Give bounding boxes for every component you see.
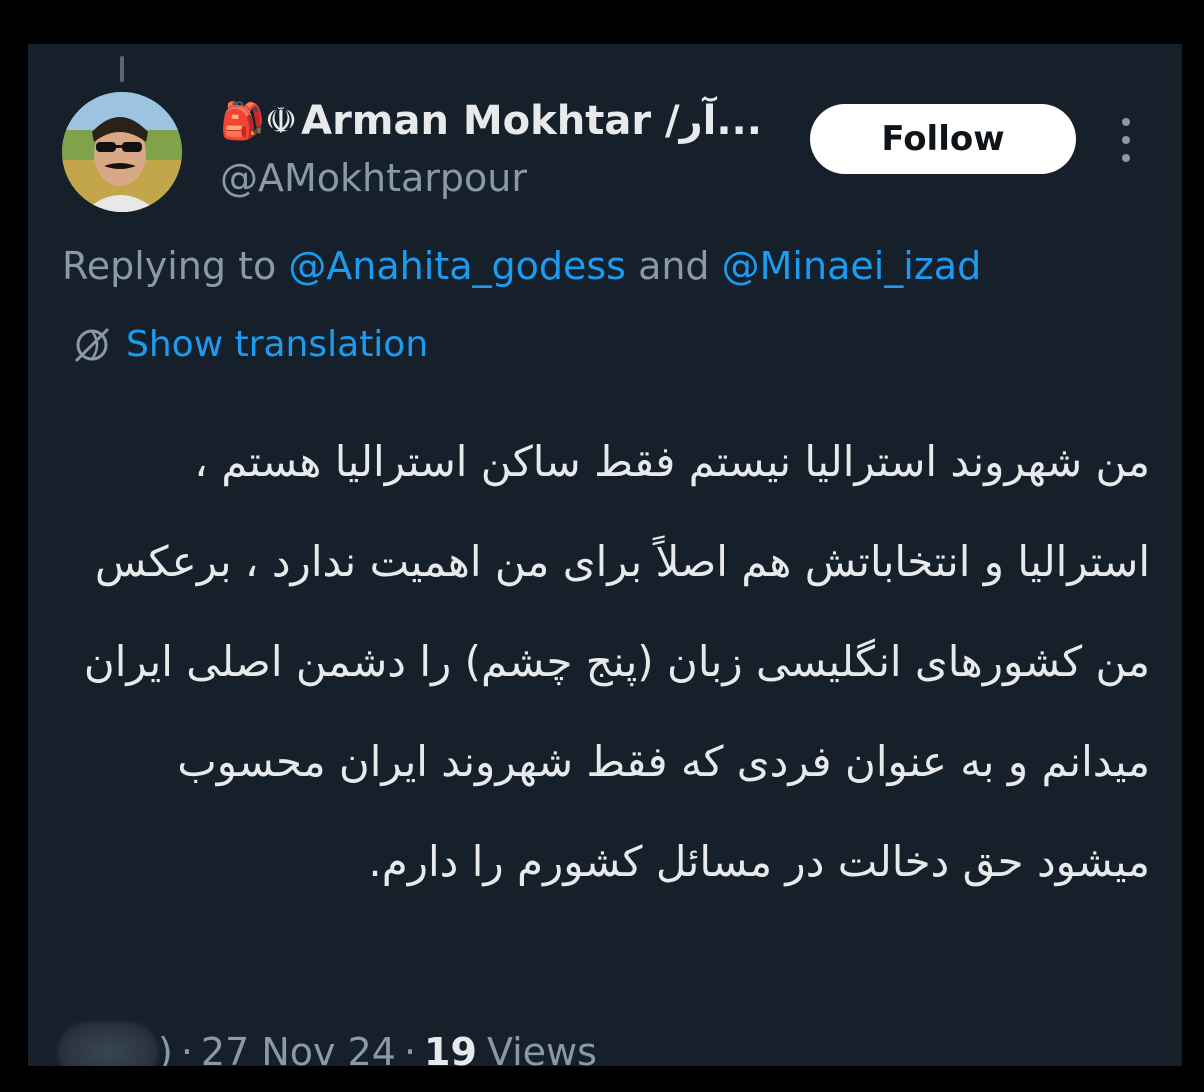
time-fragment: ) (158, 1030, 173, 1066)
thread-line (120, 56, 124, 82)
author-name-row[interactable]: 🎒☫ Arman Mokhtar /آر... (220, 98, 762, 144)
tweet-meta: ) · 27 Nov 24 · 19 Views (58, 1022, 597, 1066)
blurred-region (58, 1022, 158, 1066)
avatar[interactable] (62, 92, 182, 212)
author-display-name: Arman Mokhtar /آر... (301, 98, 762, 144)
avatar-photo (62, 92, 182, 212)
more-dot (1122, 136, 1130, 144)
replying-prefix: Replying to (62, 244, 289, 288)
mention-link-1[interactable]: @Anahita_godess (288, 244, 626, 288)
meta-separator: · (403, 1030, 417, 1066)
mention-link-2[interactable]: @Minaei_izad (722, 244, 982, 288)
author-handle[interactable]: @AMokhtarpour (220, 156, 527, 200)
replying-joiner: and (625, 244, 722, 288)
views-count: 19 (424, 1030, 477, 1066)
show-translation-label: Show translation (126, 324, 429, 365)
translate-globe-icon (74, 327, 110, 362)
author-emoji: 🎒☫ (220, 101, 298, 142)
tweet-text: من شهروند استرالیا نیستم فقط ساکن استرال… (83, 437, 1150, 886)
more-dot (1122, 154, 1130, 162)
views-label: Views (486, 1030, 597, 1066)
follow-button[interactable]: Follow (810, 104, 1076, 174)
more-dot (1122, 118, 1130, 126)
show-translation-link[interactable]: Show translation (72, 324, 428, 365)
meta-separator: · (180, 1030, 193, 1066)
tweet-card: 🎒☫ Arman Mokhtar /آر... @AMokhtarpour Fo… (28, 44, 1182, 1066)
more-options-icon[interactable] (1110, 118, 1142, 162)
replying-to-line: Replying to @Anahita_godess and @Minaei_… (62, 244, 981, 288)
tweet-date[interactable]: 27 Nov 24 (201, 1030, 396, 1066)
